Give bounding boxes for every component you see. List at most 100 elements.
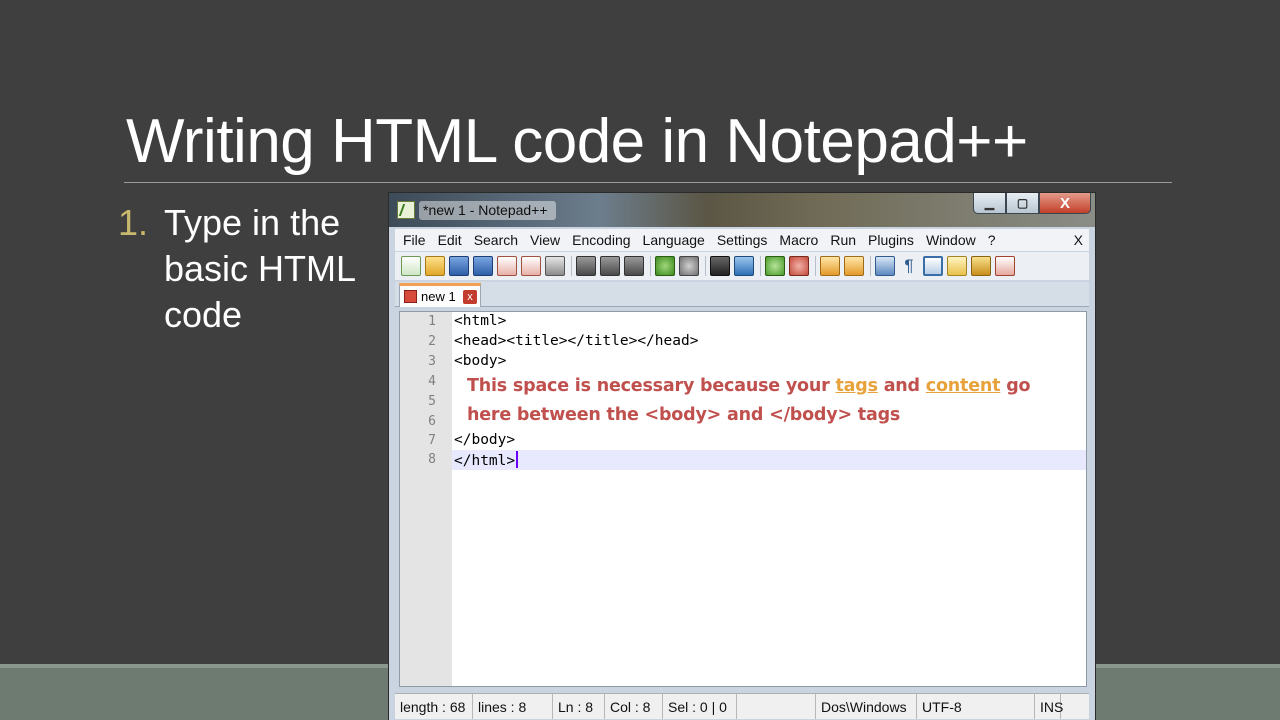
menu-language[interactable]: Language (637, 232, 711, 248)
code-line-text: </html> (454, 453, 516, 469)
menu-file[interactable]: File (395, 232, 432, 248)
status-lines: lines : 8 (473, 694, 553, 719)
line-number: 8 (428, 452, 436, 467)
minimize-icon: ▁ (984, 196, 995, 210)
menu-run[interactable]: Run (824, 232, 862, 248)
annotation-line-2: here between the <body> and </body> tags (467, 405, 901, 425)
minimize-button[interactable]: ▁ (973, 193, 1006, 214)
line-number: 1 (428, 314, 436, 329)
code-line: </body> (454, 432, 516, 448)
unsaved-disk-icon (404, 290, 417, 303)
notepadpp-app-icon[interactable] (397, 201, 415, 219)
status-mode: INS (1035, 694, 1063, 719)
macro-record-icon[interactable] (995, 256, 1015, 276)
annotation-tags: tags (835, 376, 878, 396)
save-all-icon[interactable] (473, 256, 493, 276)
maximize-button[interactable]: ▢ (1006, 193, 1039, 214)
tab-label: new 1 (421, 289, 456, 304)
code-line: <html> (454, 313, 507, 329)
new-file-icon[interactable] (401, 256, 421, 276)
toolbar-separator (760, 256, 761, 276)
slide-title: Writing HTML code in Notepad++ (126, 107, 1028, 176)
toolbar-separator (571, 256, 572, 276)
indent-guide-icon[interactable] (923, 256, 943, 276)
tab-close-icon[interactable]: x (463, 289, 477, 304)
code-line-current: </html> (454, 451, 519, 469)
status-line: Ln : 8 (553, 694, 605, 719)
zoom-in-icon[interactable] (765, 256, 785, 276)
close-button[interactable]: X (1039, 193, 1091, 214)
user-language-icon[interactable] (947, 256, 967, 276)
status-encoding[interactable]: UTF-8 (917, 694, 1035, 719)
status-eol[interactable]: Dos\Windows (815, 694, 917, 719)
sync-horizontal-icon[interactable] (844, 256, 864, 276)
close-icon: X (1059, 194, 1070, 212)
menu-window[interactable]: Window (920, 232, 982, 248)
bullet-text: Type in the basic HTML code (164, 202, 355, 335)
annotation-content: content (925, 376, 1001, 396)
replace-icon[interactable] (734, 256, 754, 276)
sync-vertical-icon[interactable] (820, 256, 840, 276)
status-spacer (737, 694, 815, 719)
status-bar: length : 68 lines : 8 Ln : 8 Col : 8 Sel… (395, 693, 1089, 719)
caption-buttons: ▁ ▢ X (973, 193, 1091, 214)
close-file-icon[interactable] (497, 256, 517, 276)
text-caret (516, 451, 519, 468)
line-number: 4 (428, 374, 436, 389)
save-icon[interactable] (449, 256, 469, 276)
menu-bar: File Edit Search View Encoding Language … (395, 229, 1089, 251)
undo-icon[interactable] (655, 256, 675, 276)
line-number: 5 (428, 394, 436, 409)
maximize-icon: ▢ (1016, 196, 1029, 210)
bullet-item: 1. Type in the basic HTML code (118, 200, 378, 338)
line-number: 3 (428, 354, 436, 369)
paste-icon[interactable] (624, 256, 644, 276)
menu-edit[interactable]: Edit (432, 232, 468, 248)
close-all-icon[interactable] (521, 256, 541, 276)
title-divider (124, 182, 1172, 183)
macro-play-icon[interactable] (971, 256, 991, 276)
annotation-text: This space is necessary because your (467, 376, 836, 396)
annotation-line-1: This space is necessary because your tag… (467, 376, 1031, 396)
print-icon[interactable] (545, 256, 565, 276)
line-number: 7 (428, 433, 436, 448)
menu-help[interactable]: ? (982, 232, 1002, 248)
menu-plugins[interactable]: Plugins (862, 232, 920, 248)
menu-encoding[interactable]: Encoding (566, 232, 636, 248)
find-icon[interactable] (710, 256, 730, 276)
status-column: Col : 8 (605, 694, 663, 719)
word-wrap-icon[interactable] (875, 256, 895, 276)
notepadpp-window: *new 1 - Notepad++ ▁ ▢ X File Edit Searc… (388, 192, 1096, 720)
status-selection: Sel : 0 | 0 (663, 694, 737, 719)
menu-search[interactable]: Search (468, 232, 524, 248)
current-line-highlight (452, 450, 1086, 470)
code-line: <head><title></title></head> (454, 333, 699, 349)
code-line: <body> (454, 353, 507, 369)
zoom-out-icon[interactable] (789, 256, 809, 276)
bullet-number: 1. (118, 202, 149, 243)
tab-new-1[interactable]: new 1 x (399, 283, 481, 307)
copy-icon[interactable] (600, 256, 620, 276)
menu-macro[interactable]: Macro (773, 232, 824, 248)
document-tabs: new 1 x (395, 282, 1089, 307)
line-number: 2 (428, 334, 436, 349)
window-title: *new 1 - Notepad++ (419, 201, 556, 220)
menu-view[interactable]: View (524, 232, 566, 248)
redo-icon[interactable] (679, 256, 699, 276)
menu-settings[interactable]: Settings (711, 232, 774, 248)
toolbar-separator (870, 256, 871, 276)
open-file-icon[interactable] (425, 256, 445, 276)
status-length: length : 68 (395, 694, 473, 719)
toolbar-separator (705, 256, 706, 276)
toolbar-separator (815, 256, 816, 276)
annotation-text: and (877, 376, 926, 396)
code-editor[interactable]: 1 2 3 4 5 6 7 8 <html> <head><title></ti… (399, 311, 1087, 687)
toolbar-separator (650, 256, 651, 276)
close-document-button[interactable]: X (1074, 232, 1089, 248)
cut-icon[interactable] (576, 256, 596, 276)
window-titlebar[interactable]: *new 1 - Notepad++ ▁ ▢ X (389, 193, 1095, 227)
annotation-text: go (1000, 376, 1031, 396)
line-number: 6 (428, 414, 436, 429)
toolbar: ¶ (395, 252, 1089, 280)
show-all-characters-icon[interactable]: ¶ (899, 256, 919, 276)
